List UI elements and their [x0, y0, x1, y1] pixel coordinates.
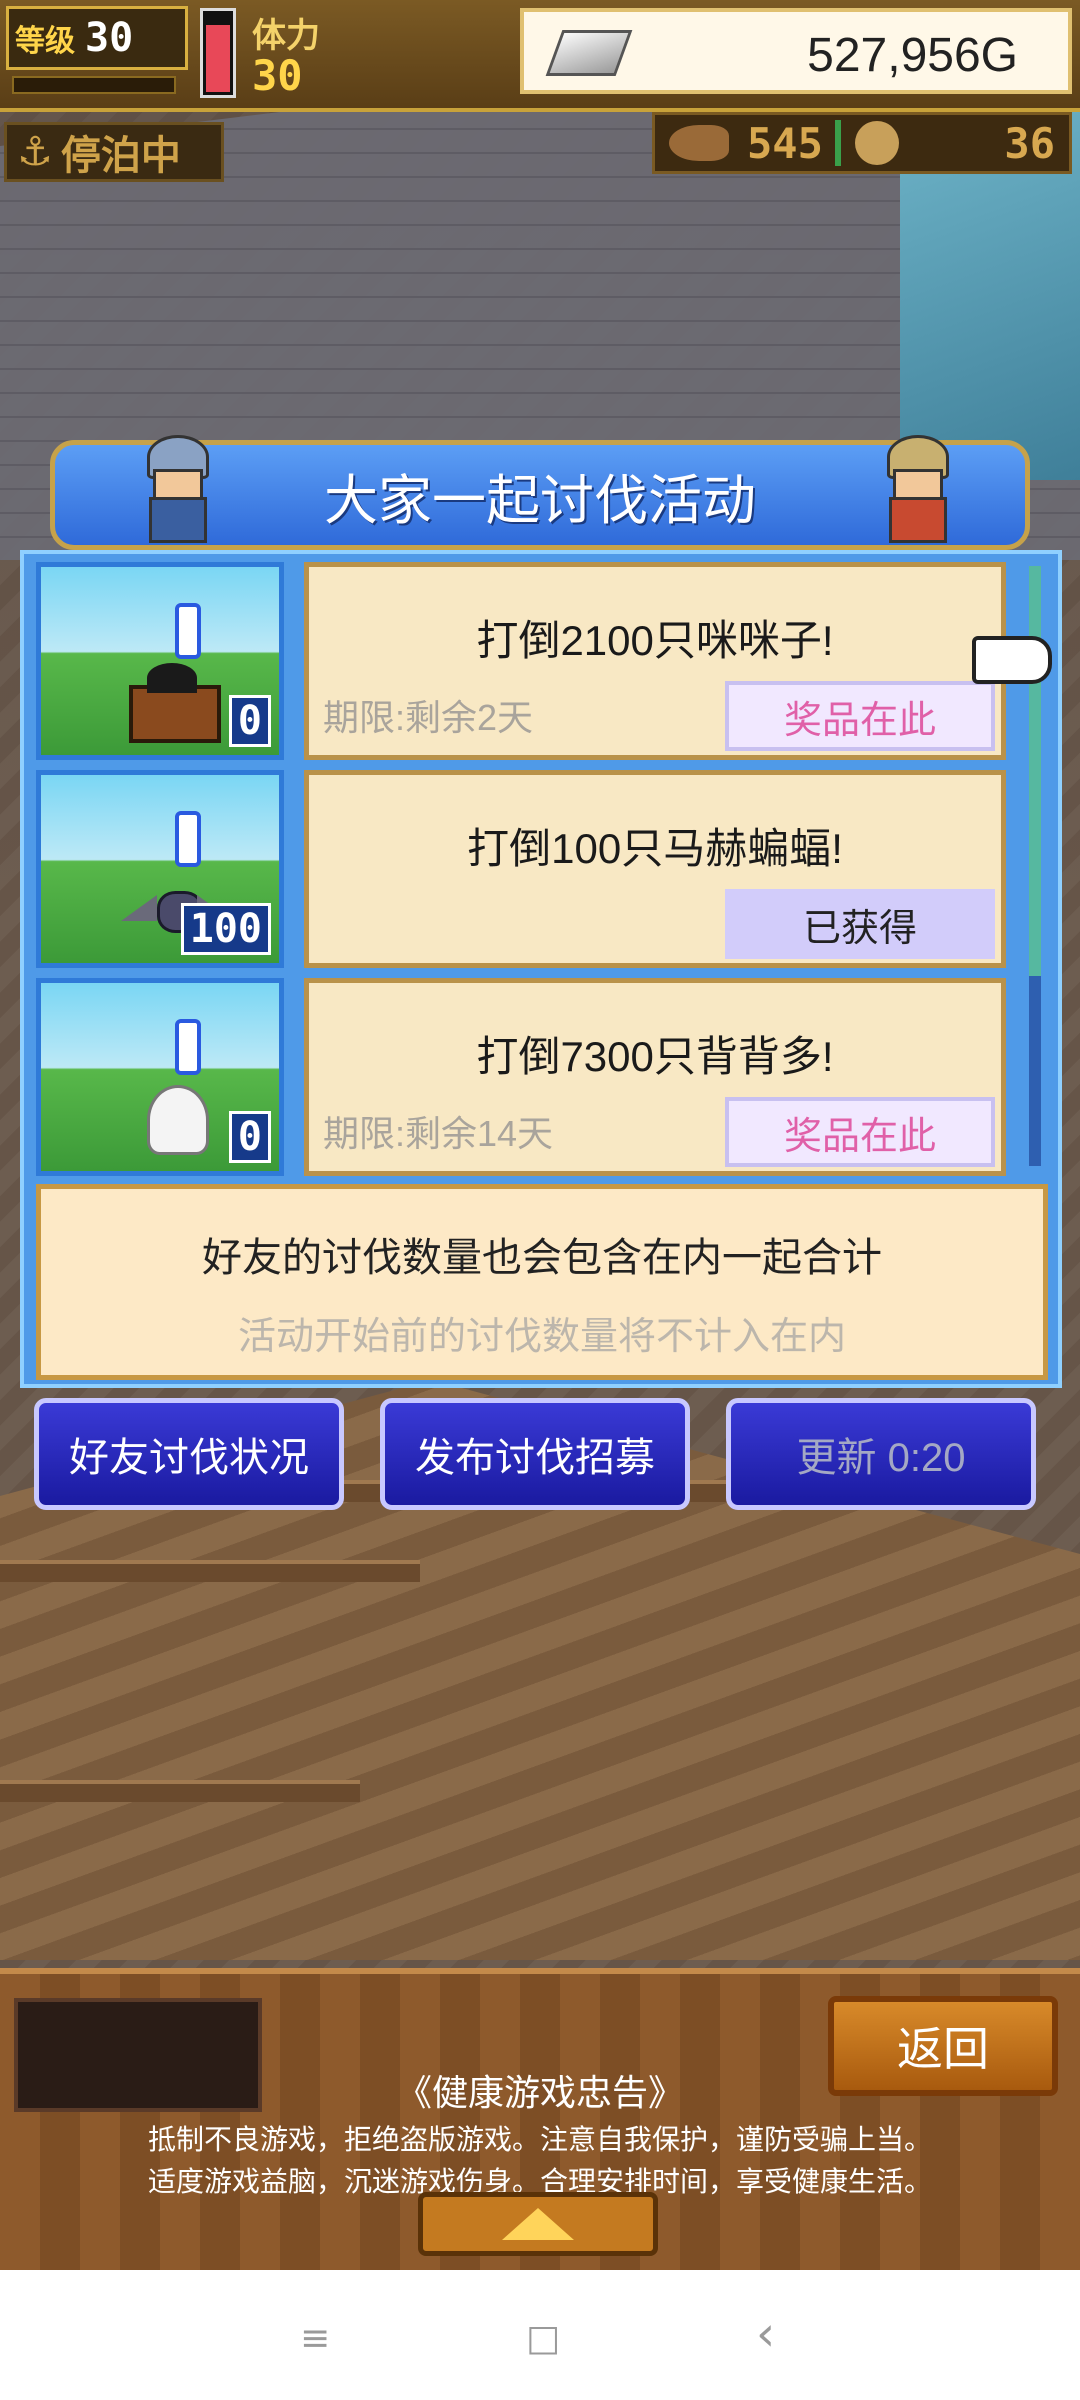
level-value: 30	[85, 15, 134, 61]
home-icon[interactable]: □	[526, 2318, 560, 2359]
silver-bar-icon	[545, 30, 633, 76]
advice-line-1: 抵制不良游戏，拒绝盗版游戏。注意自我保护，谨防受骗上当。	[147, 2124, 932, 2155]
dock-rail	[0, 1780, 360, 1802]
level-label: 等级	[15, 24, 75, 59]
event-info-box: 好友的讨伐数量也会包含在内一起合计 活动开始前的讨伐数量将不计入在内	[36, 1184, 1048, 1380]
refresh-button[interactable]: 更新 0:20	[726, 1398, 1036, 1510]
hero-icon-left	[135, 435, 215, 543]
medal-icon	[854, 121, 899, 165]
food-count: 545	[747, 118, 823, 168]
stamina-value: 30	[252, 51, 303, 100]
level-box: 等级 30	[6, 6, 188, 70]
obtained-label: 已获得	[725, 889, 995, 959]
back-icon[interactable]: ‹	[756, 2306, 775, 2362]
prize-button[interactable]: 奖品在此	[725, 1097, 995, 1167]
menu-icon[interactable]: ≡	[300, 2318, 330, 2359]
defeat-count: 100	[180, 903, 271, 955]
event-title-banner: 大家一起讨伐活动	[50, 435, 1030, 550]
event-item[interactable]: 100 打倒100只马赫蝙蝠! 已获得	[36, 766, 1036, 972]
expand-button[interactable]	[418, 2192, 658, 2256]
exclamation-icon	[175, 1019, 201, 1075]
event-panel: 0 打倒2100只咪咪子! 期限:剩余2天 奖品在此 100 打倒100只马赫蝙…	[20, 550, 1062, 1388]
info-line-1: 好友的讨伐数量也会包含在内一起合计	[202, 1236, 882, 1280]
post-recruit-button[interactable]: 发布讨伐招募	[380, 1398, 690, 1510]
mimic-chest-icon	[121, 663, 221, 743]
event-card: 打倒7300只背背多! 期限:剩余14天 奖品在此	[304, 978, 1006, 1176]
stamina-gauge	[200, 8, 236, 98]
ghost-icon	[121, 1079, 221, 1155]
event-item-title: 打倒2100只咪咪子!	[476, 617, 834, 664]
event-card: 打倒2100只咪咪子! 期限:剩余2天 奖品在此	[304, 562, 1006, 760]
defeat-count: 0	[228, 695, 271, 747]
monster-thumbnail: 0	[36, 562, 284, 760]
medal-count: 36	[1004, 118, 1055, 168]
hero-icon-right	[875, 435, 955, 543]
stamina-box: 体力 30	[252, 8, 320, 100]
gold-box: 527,956G	[520, 8, 1072, 94]
bottom-panel: 返回 《健康游戏忠告》 抵制不良游戏，拒绝盗版游戏。注意自我保护，谨防受骗上当。…	[0, 1968, 1080, 2274]
exclamation-icon	[175, 811, 201, 867]
system-nav-bar: ≡ □ ‹	[0, 2270, 1080, 2400]
stamina-label: 体力	[252, 16, 320, 56]
docked-label: 停泊中	[60, 133, 181, 179]
event-item-title: 打倒100只马赫蝙蝠!	[467, 825, 843, 872]
status-bar: 等级 30 体力 30 527,956G	[0, 0, 1080, 112]
event-item-title: 打倒7300只背背多!	[476, 1033, 834, 1080]
divider	[834, 120, 841, 166]
prize-button[interactable]: 奖品在此	[725, 681, 995, 751]
exclamation-icon	[175, 603, 201, 659]
dock-rail	[0, 1560, 420, 1582]
monster-thumbnail: 100	[36, 770, 284, 968]
gold-amount: 527,956G	[807, 29, 1018, 82]
anchor-icon: ⚓	[17, 129, 53, 175]
advice-title: 《健康游戏忠告》	[395, 2072, 684, 2113]
friend-status-button[interactable]: 好友讨伐状况	[34, 1398, 344, 1510]
event-item[interactable]: 0 打倒7300只背背多! 期限:剩余14天 奖品在此	[36, 974, 1036, 1178]
info-line-2: 活动开始前的讨伐数量将不计入在内	[237, 1316, 846, 1358]
exp-bar	[12, 76, 176, 94]
defeat-count: 0	[228, 1111, 271, 1163]
docked-status: ⚓ 停泊中	[4, 122, 224, 182]
resources-box: 545 36	[652, 112, 1072, 174]
event-deadline: 期限:剩余14天	[323, 1113, 554, 1154]
food-icon	[669, 125, 729, 161]
hand-pointer-icon	[972, 636, 1052, 684]
event-deadline: 期限:剩余2天	[323, 697, 534, 738]
arrow-up-icon	[502, 2208, 574, 2240]
monster-thumbnail: 0	[36, 978, 284, 1176]
event-title: 大家一起讨伐活动	[324, 470, 756, 531]
event-item[interactable]: 0 打倒2100只咪咪子! 期限:剩余2天 奖品在此	[36, 558, 1036, 764]
event-card: 打倒100只马赫蝙蝠! 已获得	[304, 770, 1006, 968]
health-advice: 《健康游戏忠告》 抵制不良游戏，拒绝盗版游戏。注意自我保护，谨防受骗上当。 适度…	[0, 2064, 1080, 2200]
event-list[interactable]: 0 打倒2100只咪咪子! 期限:剩余2天 奖品在此 100 打倒100只马赫蝙…	[36, 558, 1036, 1178]
